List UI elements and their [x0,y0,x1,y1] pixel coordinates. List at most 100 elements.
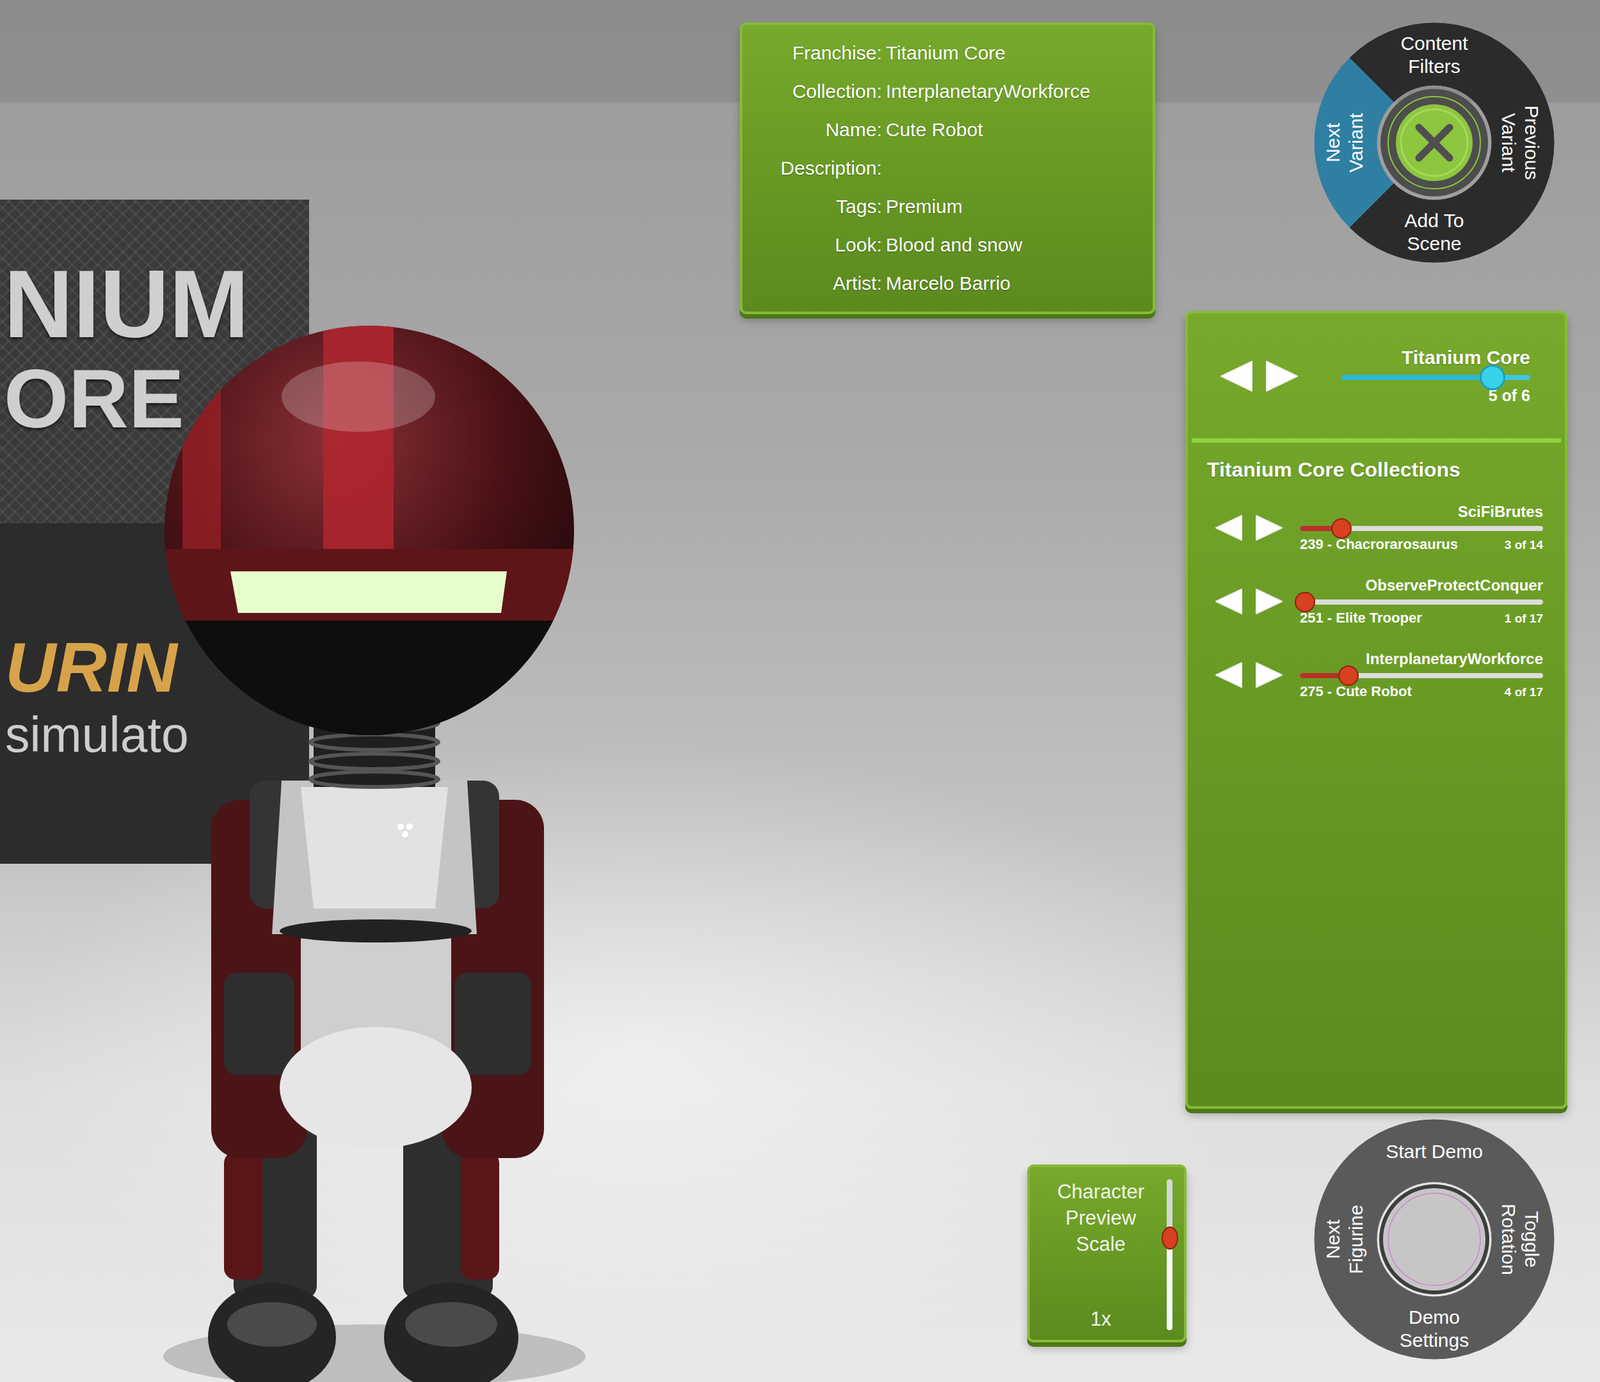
hub-ring [1388,96,1481,189]
floor-shadow [163,1324,586,1382]
slider-thumb[interactable] [1294,592,1316,613]
scale-label: Character Preview Scale [1040,1178,1162,1259]
poster-subtitle: simulato [5,707,310,763]
franchise-header: Titanium Core5 of 6 [1187,313,1565,439]
menu-label[interactable]: Next Figurine [1321,1191,1368,1288]
collection-item: 251 - Elite Trooper [1299,609,1423,627]
menu-hub[interactable] [1383,1188,1486,1291]
arrow-buttons [1214,588,1284,616]
right-shoulder [422,780,500,909]
menu-label[interactable]: Next Variant [1321,94,1368,191]
menu-label[interactable]: Toggle Rotation [1496,1191,1544,1288]
menu-label[interactable]: Demo Settings [1386,1306,1483,1353]
next-button[interactable] [1255,514,1284,542]
collection-slider[interactable] [1299,526,1544,532]
info-label: Description: [755,157,882,180]
close-disc[interactable] [1395,104,1473,182]
previous-arrow-icon [1216,663,1242,688]
info-value-cell: InterplanetaryWorkforce [885,80,1140,103]
left-leg [233,1113,317,1300]
info-value-cell: Blood and snow [885,234,1140,256]
next-button[interactable] [1255,588,1284,616]
info-value-cell: Premium [885,195,1140,218]
menu-label[interactable]: Content Filters [1386,32,1483,79]
left-foot-shine [227,1302,317,1348]
info-label: Tags: [755,195,882,218]
left-arm [211,800,308,1159]
right-elbow [454,972,532,1076]
previous-button[interactable] [1219,360,1254,393]
collar-plate [300,787,448,909]
left-foot [208,1283,336,1382]
menu-label[interactable]: Start Demo [1351,1140,1518,1164]
collection-row: SciFiBrutes239 - Chacrorarosaurus3 of 14 [1207,490,1544,565]
collections-heading: Titanium Core Collections [1207,458,1544,482]
variant-menu: Content Filters Previous Variant Add To Sc… [1313,22,1555,264]
next-button[interactable] [1265,360,1299,393]
slider-thumb[interactable] [1161,1226,1179,1250]
chest-light [397,823,404,831]
slider-thumb[interactable] [1338,665,1359,687]
figure-browser-panel: Titanium Core5 of 6 Titanium Core Collect… [1185,311,1568,1110]
chest-plate [272,780,477,935]
next-button[interactable] [1255,661,1284,689]
right-leg [403,1113,493,1300]
right-arm [441,800,544,1159]
head-details [160,320,583,762]
next-arrow-icon [1266,361,1298,392]
menu-label[interactable]: Add To Scene [1386,209,1483,256]
left-elbow [224,972,295,1076]
head [164,325,575,736]
menu-label[interactable]: Previous Variant [1496,94,1544,191]
info-value-cell: Titanium Core [885,42,1140,64]
next-arrow-icon [1256,663,1282,688]
poster-title: ORE [3,357,310,441]
previous-arrow-icon [1221,361,1252,392]
close-x-icon [1418,127,1450,159]
collection-name: ObserveProtectConquer [1299,576,1544,595]
collection-slider[interactable] [1299,599,1544,605]
visor-glow [230,571,507,614]
slider-fill [1341,375,1493,381]
arrow-buttons [1219,360,1299,393]
previous-button[interactable] [1214,661,1243,689]
collection-status: 275 - Cute Robot4 of 17 [1299,683,1544,701]
info-panel: Franchise:Titanium CoreCollection:Interp… [739,22,1156,315]
info-label: Artist: [755,272,882,295]
slider-thumb[interactable] [1331,518,1352,539]
slider-thumb[interactable] [1479,364,1506,391]
collection-count: 3 of 14 [1504,538,1544,553]
demo-menu: Start Demo Toggle Rotation Demo Settings Ne… [1313,1119,1555,1360]
scale-slider[interactable] [1166,1179,1173,1331]
previous-arrow-icon [1216,515,1242,541]
menu-hub [1380,88,1488,197]
previous-arrow-icon [1216,589,1242,614]
previous-button[interactable] [1214,588,1243,616]
collection-row: InterplanetaryWorkforce275 - Cute Robot4… [1207,638,1544,712]
right-shin [460,1152,500,1280]
arrow-buttons [1214,514,1284,542]
info-label: Franchise: [755,42,882,64]
neck [313,710,436,788]
collection-selector: ObserveProtectConquer 251 - Elite Trooper… [1299,576,1544,627]
hip [279,1027,472,1149]
poster-upper: NIUMORE [0,199,310,524]
scale-text: Character Preview Scale1x [1040,1178,1162,1332]
poster-lower: URINsimulato [0,523,310,864]
close-button[interactable] [1395,104,1473,182]
collection-selector: InterplanetaryWorkforce275 - Cute Robot4… [1299,650,1544,701]
left-shin [224,1152,263,1280]
head-stripe [323,320,394,576]
robot-figure [0,0,640,1382]
next-arrow-icon [1256,515,1282,541]
info-label: Look: [755,234,882,256]
collection-status: 251 - Elite Trooper1 of 17 [1299,609,1544,627]
right-foot [384,1283,519,1382]
neck-coil [310,734,439,751]
collection-slider[interactable] [1299,673,1544,679]
franchise-slider[interactable] [1341,375,1531,381]
previous-button[interactable] [1214,514,1243,542]
preview-scale-panel: Character Preview Scale1x [1027,1164,1187,1343]
next-arrow-icon [1256,589,1282,614]
info-value-cell: Marcelo Barrio [885,272,1140,295]
